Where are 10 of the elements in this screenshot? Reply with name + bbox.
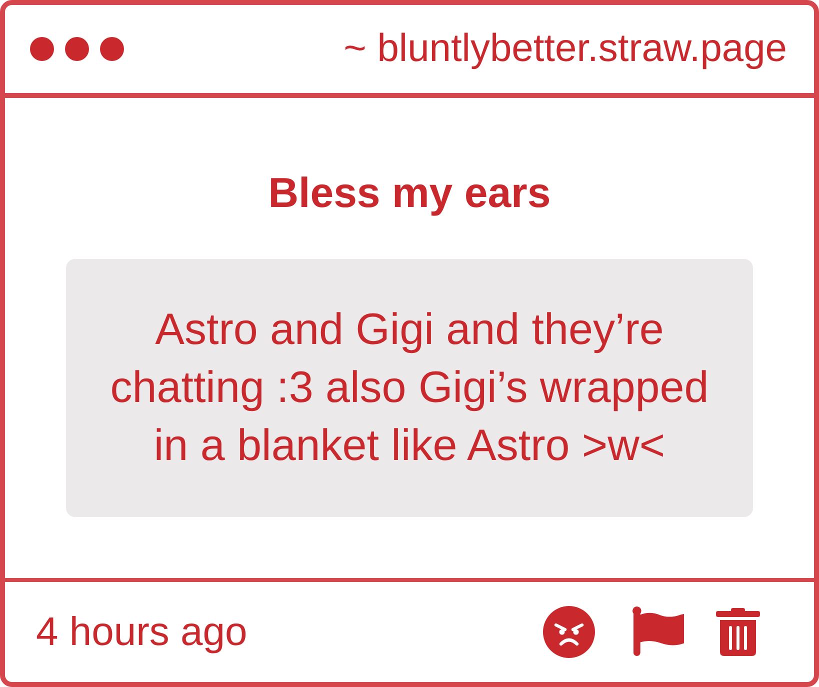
trash-icon[interactable] bbox=[716, 608, 760, 656]
message-text: Astro and Gigi and they’re chatting :3 also Gigi’s wrapped in a blanket like Astro >w< bbox=[109, 304, 710, 472]
angry-face-icon[interactable] bbox=[543, 606, 595, 658]
post-time: 4 hours ago bbox=[36, 610, 248, 654]
window-dot-icon bbox=[30, 37, 54, 61]
window-dot-icon bbox=[100, 37, 124, 61]
window-dot-icon bbox=[65, 37, 89, 61]
post-title: Bless my ears bbox=[268, 168, 551, 218]
flag-icon[interactable] bbox=[632, 606, 685, 658]
page-address: ~ bluntlybetter.straw.page bbox=[344, 27, 787, 71]
